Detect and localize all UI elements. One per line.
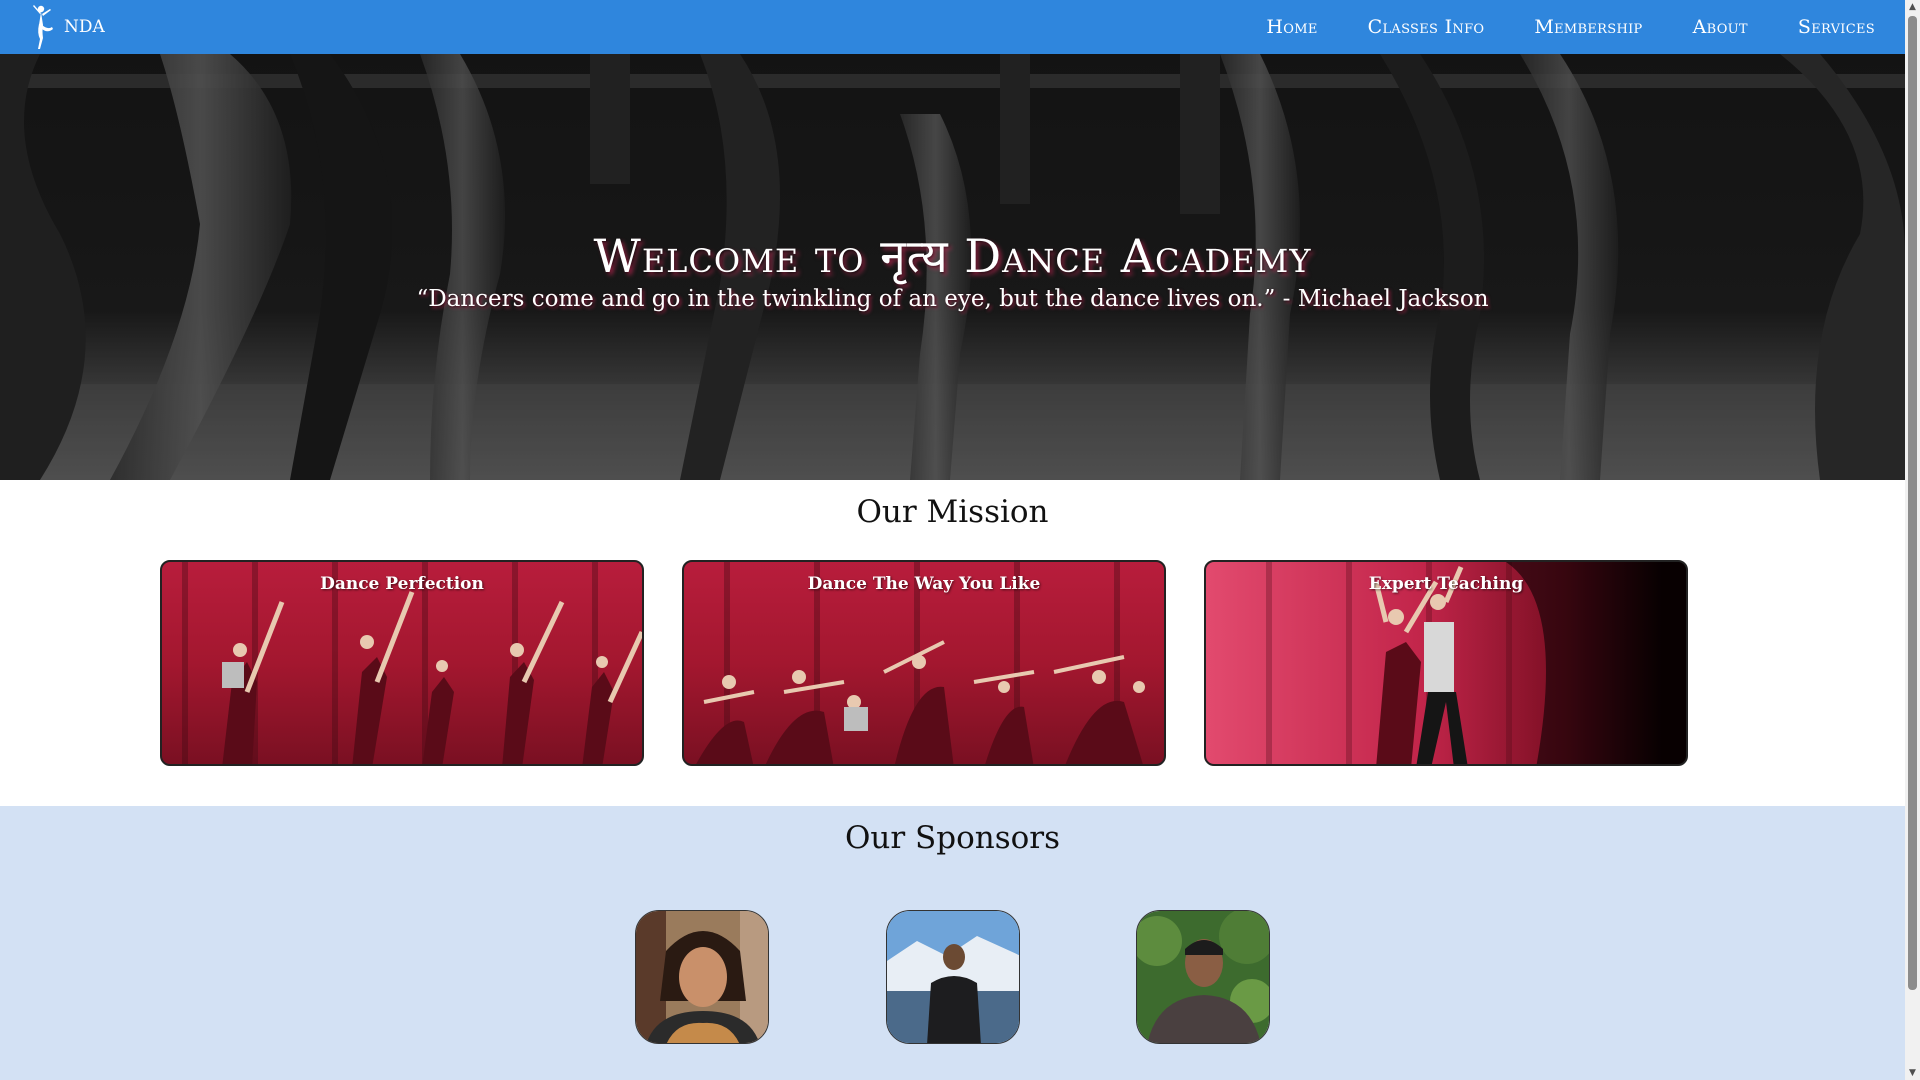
mission-card-title: Dance Perfection bbox=[320, 574, 484, 594]
nav-link-classes-info[interactable]: Classes Info bbox=[1368, 16, 1485, 38]
nav-links: Home Classes Info Membership About Servi… bbox=[1216, 16, 1875, 38]
sponsor-photo bbox=[887, 911, 1019, 1043]
scrollbar-thumb[interactable] bbox=[1908, 16, 1917, 990]
sponsor-photo bbox=[1137, 911, 1269, 1043]
sponsors-title: Our Sponsors bbox=[844, 820, 1061, 856]
mission-card-dance-the-way-you-like[interactable]: Dance The Way You Like bbox=[682, 560, 1166, 766]
nav-link-membership[interactable]: Membership bbox=[1534, 16, 1642, 38]
sponsor-avatar[interactable] bbox=[635, 910, 769, 1044]
vertical-scrollbar[interactable]: ▲ ▼ bbox=[1905, 0, 1920, 1080]
nav-link-about[interactable]: About bbox=[1693, 16, 1748, 38]
mission-section: Our Mission Dance Perfection Dance The W… bbox=[0, 480, 1905, 806]
mission-card-title: Dance The Way You Like bbox=[807, 574, 1041, 594]
nav-link-services[interactable]: Services bbox=[1798, 16, 1875, 38]
page: NDA Home Classes Info Membership About S… bbox=[0, 0, 1905, 1080]
nav-link-home[interactable]: Home bbox=[1266, 16, 1317, 38]
scroll-down-arrow-icon[interactable]: ▼ bbox=[1905, 1066, 1920, 1080]
scroll-up-arrow-icon[interactable]: ▲ bbox=[1905, 0, 1920, 14]
sponsor-avatar[interactable] bbox=[886, 910, 1020, 1044]
hero-title: Welcome to नृत्य Dance Academy bbox=[593, 229, 1312, 283]
mission-title: Our Mission bbox=[856, 494, 1049, 530]
hero-banner: Welcome to नृत्य Dance Academy “Dancers … bbox=[0, 54, 1905, 480]
dancer-logo-icon bbox=[33, 5, 53, 49]
brand-name: NDA bbox=[64, 17, 105, 37]
sponsor-avatar[interactable] bbox=[1136, 910, 1270, 1044]
mission-card-dance-perfection[interactable]: Dance Perfection bbox=[160, 560, 644, 766]
mission-card-expert-teaching[interactable]: Expert Teaching bbox=[1204, 560, 1688, 766]
sponsor-photo bbox=[636, 911, 768, 1043]
hero-quote: “Dancers come and go in the twinkling of… bbox=[416, 286, 1489, 312]
sponsors-section: Our Sponsors bbox=[0, 806, 1905, 1080]
mission-card-title: Expert Teaching bbox=[1368, 574, 1524, 594]
navbar: NDA Home Classes Info Membership About S… bbox=[0, 0, 1905, 54]
brand[interactable]: NDA bbox=[28, 3, 105, 51]
